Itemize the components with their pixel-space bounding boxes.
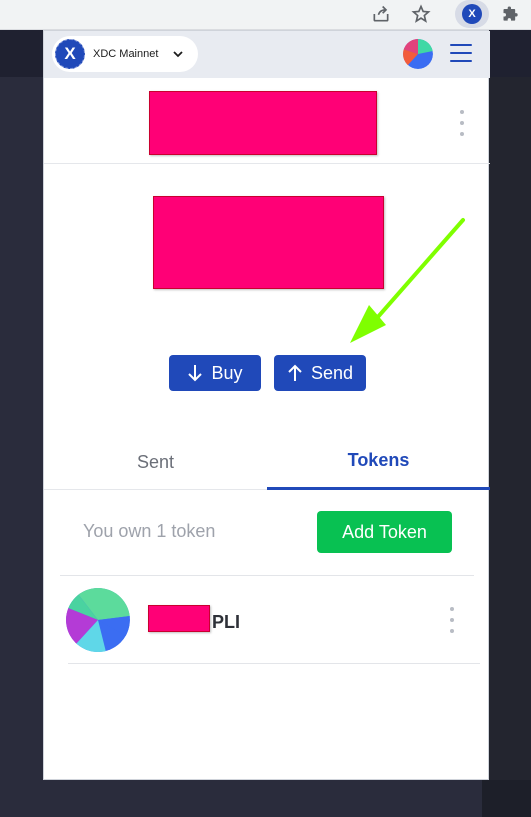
account-name-redacted [149,91,377,155]
network-selector[interactable]: X XDC Mainnet [52,36,198,72]
account-info [44,78,490,164]
tab-sent[interactable]: Sent [44,434,267,490]
send-label: Send [310,362,354,383]
xdc-network-icon: X [55,39,85,69]
page-background-right [489,77,531,817]
token-count-text: You own 1 token [83,521,216,541]
extension-logo: X [462,4,482,24]
activity-tabs: Sent Tokens [44,434,490,490]
balance-redacted [153,196,384,289]
hamburger-menu-icon[interactable] [450,44,472,62]
wallet-popup: X XDC Mainnet Buy Send Sent Tokens You o… [43,30,490,780]
xdc-extension-icon[interactable]: X [455,0,489,28]
add-token-button[interactable]: Add Token [317,511,452,553]
arrow-down-icon [188,365,203,382]
send-button[interactable]: Send [274,355,366,391]
bookmark-star-icon[interactable] [407,0,435,28]
token-symbol: PLI [212,612,241,632]
page-background-corner [482,780,531,817]
buy-label: Buy [211,362,243,383]
popup-header: X XDC Mainnet [44,31,490,78]
kebab-menu-icon[interactable] [459,110,465,136]
token-balance-redacted [148,605,210,632]
tab-tokens[interactable]: Tokens [267,434,490,490]
account-avatar-icon[interactable] [403,39,433,69]
network-name: XDC Mainnet [93,48,159,60]
extensions-puzzle-icon[interactable] [497,0,525,28]
browser-toolbar: X [0,0,531,30]
buy-button[interactable]: Buy [169,355,261,391]
divider [60,575,474,576]
share-icon[interactable] [367,0,395,28]
divider [68,663,480,664]
arrow-up-icon [288,364,302,381]
chevron-down-icon [173,51,184,58]
kebab-menu-icon[interactable] [449,607,455,633]
token-logo-icon [66,588,130,652]
